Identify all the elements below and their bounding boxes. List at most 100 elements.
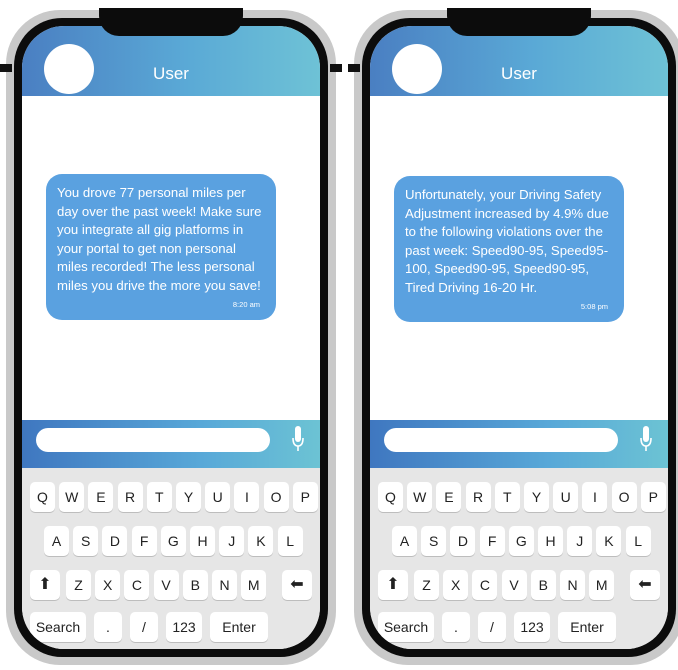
keyboard-row: ⬆ Z X C V B N M ⬅	[370, 570, 668, 600]
message-input[interactable]	[36, 428, 270, 452]
enter-key[interactable]: Enter	[558, 612, 616, 642]
key-w[interactable]: W	[59, 482, 85, 512]
keyboard: Q W E R T Y U I O P A S D F G H J K L ⬆ Z X C V B N M ⬅ Search. / 123 E…	[22, 468, 320, 649]
keyboard-row: ASDFGHJKL	[370, 526, 668, 556]
key-p[interactable]: P	[640, 482, 666, 512]
key-y[interactable]: Y	[176, 482, 201, 512]
key-j[interactable]: J	[219, 526, 245, 556]
header-title: User	[501, 64, 537, 83]
key-m[interactable]: M	[589, 570, 615, 600]
microphone-icon[interactable]	[292, 426, 304, 452]
shift-key[interactable]: ⬆	[378, 570, 408, 600]
message-text: You drove 77 personal miles per day over…	[57, 185, 262, 293]
key-i[interactable]: I	[234, 482, 260, 512]
key-y[interactable]: Y	[524, 482, 549, 512]
key-c[interactable]: C	[472, 570, 498, 600]
key-r[interactable]: R	[465, 482, 491, 512]
key-f[interactable]: F	[131, 526, 157, 556]
key-b[interactable]: B	[182, 570, 208, 600]
key-n[interactable]: N	[212, 570, 237, 600]
keyboard: Q W E R T Y U I O P A S D F G H J K L ⬆ Z X C V B N M ⬅ Search. / 123 E…	[370, 468, 668, 649]
phone-screen: User Unfortunately, your Driving Safety …	[370, 26, 668, 649]
message-text: Unfortunately, your Driving Safety Adjus…	[405, 187, 609, 295]
microphone-icon[interactable]	[640, 426, 652, 452]
key-r[interactable]: R	[117, 482, 143, 512]
key-x[interactable]: X	[443, 570, 469, 600]
phone-right: User Unfortunately, your Driving Safety …	[348, 8, 678, 665]
key-u[interactable]: U	[205, 482, 231, 512]
key-o[interactable]: O	[263, 482, 289, 512]
numbers-key[interactable]: 123	[166, 612, 202, 642]
key-u[interactable]: U	[553, 482, 579, 512]
key-c[interactable]: C	[124, 570, 150, 600]
key-e[interactable]: E	[88, 482, 114, 512]
keyboard-row: Search. / 123 Enter	[22, 612, 320, 642]
key-a[interactable]: A	[392, 526, 417, 556]
arrow-up-icon: ⬆	[386, 576, 400, 593]
key-i[interactable]: I	[582, 482, 608, 512]
search-key[interactable]: Search	[30, 612, 86, 642]
key-b[interactable]: B	[530, 570, 556, 600]
key-z[interactable]: Z	[66, 570, 91, 600]
side-button	[348, 64, 360, 72]
key-e[interactable]: E	[436, 482, 462, 512]
slash-key[interactable]: /	[130, 612, 158, 642]
key-p[interactable]: P	[292, 482, 318, 512]
arrow-left-icon: ⬅	[638, 576, 652, 593]
keyboard-row: QWERTYUIOP	[370, 482, 668, 512]
key-k[interactable]: K	[596, 526, 622, 556]
key-z[interactable]: Z	[414, 570, 439, 600]
side-button	[330, 64, 342, 72]
phone-bezel: User Unfortunately, your Driving Safety …	[362, 18, 676, 657]
key-w[interactable]: W	[407, 482, 433, 512]
shift-key[interactable]: ⬆	[30, 570, 60, 600]
key-g[interactable]: G	[160, 526, 186, 556]
key-t[interactable]: T	[494, 482, 520, 512]
key-t[interactable]: T	[146, 482, 172, 512]
key-h[interactable]: H	[538, 526, 563, 556]
period-key[interactable]: .	[94, 612, 122, 642]
message-bubble: You drove 77 personal miles per day over…	[46, 174, 276, 320]
input-bar	[22, 420, 320, 468]
backspace-key[interactable]: ⬅	[630, 570, 660, 600]
key-d[interactable]: D	[102, 526, 128, 556]
key-d[interactable]: D	[450, 526, 476, 556]
notch	[99, 8, 243, 36]
backspace-key[interactable]: ⬅	[282, 570, 312, 600]
key-f[interactable]: F	[479, 526, 505, 556]
key-m[interactable]: M	[241, 570, 267, 600]
key-j[interactable]: J	[567, 526, 593, 556]
phone-screen: User You drove 77 personal miles per day…	[22, 26, 320, 649]
search-key[interactable]: Search	[378, 612, 434, 642]
key-a[interactable]: A	[44, 526, 69, 556]
key-s[interactable]: S	[73, 526, 99, 556]
key-v[interactable]: V	[501, 570, 527, 600]
keyboard-row: ⬆ Z X C V B N M ⬅	[22, 570, 320, 600]
message-time: 5:08 pm	[580, 301, 608, 311]
key-o[interactable]: O	[611, 482, 637, 512]
key-x[interactable]: X	[95, 570, 121, 600]
side-button	[0, 64, 12, 72]
key-v[interactable]: V	[153, 570, 179, 600]
message-time: 8:20 am	[232, 299, 260, 309]
key-n[interactable]: N	[560, 570, 585, 600]
key-l[interactable]: L	[277, 526, 303, 556]
phone-left: User You drove 77 personal miles per day…	[0, 8, 342, 665]
message-input[interactable]	[384, 428, 618, 452]
key-l[interactable]: L	[625, 526, 651, 556]
input-bar	[370, 420, 668, 468]
period-key[interactable]: .	[442, 612, 470, 642]
key-k[interactable]: K	[248, 526, 274, 556]
numbers-key[interactable]: 123	[514, 612, 550, 642]
keyboard-row: Search. / 123 Enter	[370, 612, 668, 642]
key-h[interactable]: H	[190, 526, 215, 556]
key-s[interactable]: S	[421, 526, 447, 556]
notch	[447, 8, 591, 36]
key-g[interactable]: G	[508, 526, 534, 556]
key-q[interactable]: Q	[30, 482, 55, 512]
chat-header: User	[22, 26, 320, 96]
key-q[interactable]: Q	[378, 482, 403, 512]
enter-key[interactable]: Enter	[210, 612, 268, 642]
slash-key[interactable]: /	[478, 612, 506, 642]
header-title: User	[153, 64, 189, 83]
